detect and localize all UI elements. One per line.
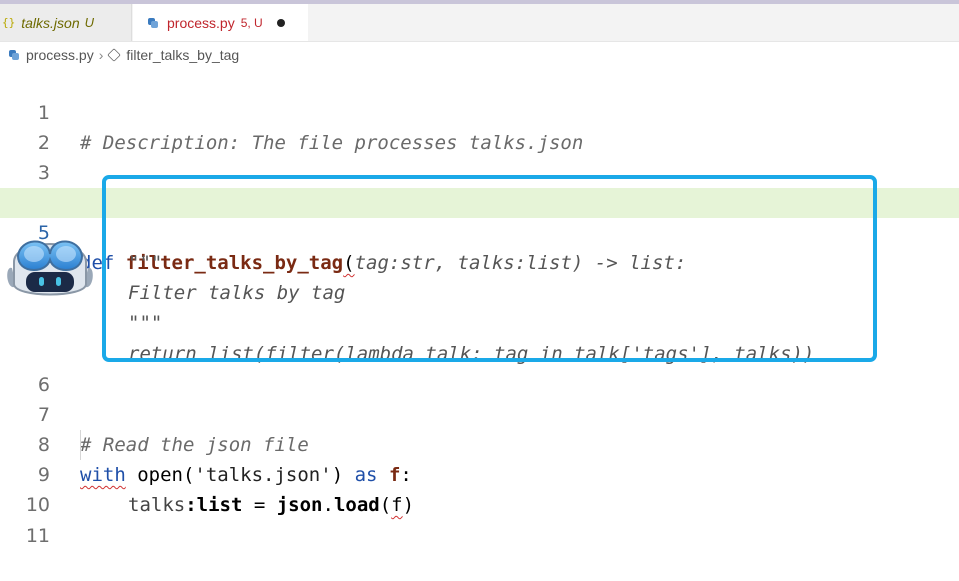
breadcrumb-file[interactable]: process.py <box>26 47 94 63</box>
code-line: 1 # Description: The file processes talk… <box>0 68 959 154</box>
chevron-right-icon: › <box>98 47 104 63</box>
tab-process-py[interactable]: process.py 5, U <box>133 4 308 41</box>
method-symbol-icon <box>107 48 122 62</box>
code-line: 7 # Read the json file <box>0 370 959 456</box>
tab-label: talks.json <box>21 14 80 31</box>
unsaved-dot-icon[interactable] <box>276 18 285 27</box>
python-file-icon <box>8 49 20 61</box>
code-line: 9 talks:list = json.load(f) <box>0 430 959 516</box>
json-file-icon: {} <box>2 16 16 29</box>
code-line: 8 with open('talks.json') as f: <box>0 400 959 486</box>
copilot-icon <box>7 240 93 296</box>
tab-label: process.py <box>167 14 235 31</box>
tab-talks-json[interactable]: {} talks.json U <box>0 4 132 41</box>
breadcrumb: process.py › filter_talks_by_tag <box>0 42 959 68</box>
tab-problem-status: 5, U <box>240 15 263 30</box>
line-number: 11 <box>25 525 50 547</box>
indent-guide <box>80 430 81 460</box>
tab-git-status: U <box>84 15 94 30</box>
code-line: 11 <box>0 491 959 547</box>
python-file-icon <box>147 17 159 29</box>
code-line: 10 <box>0 460 959 516</box>
editor-tab-bar: {} talks.json U process.py 5, U <box>0 4 959 42</box>
breadcrumb-symbol[interactable]: filter_talks_by_tag <box>126 47 239 63</box>
code-line: 2 <box>0 98 959 154</box>
code-line: 3 import json <box>0 128 959 214</box>
suggestion-highlight-box <box>102 175 877 362</box>
